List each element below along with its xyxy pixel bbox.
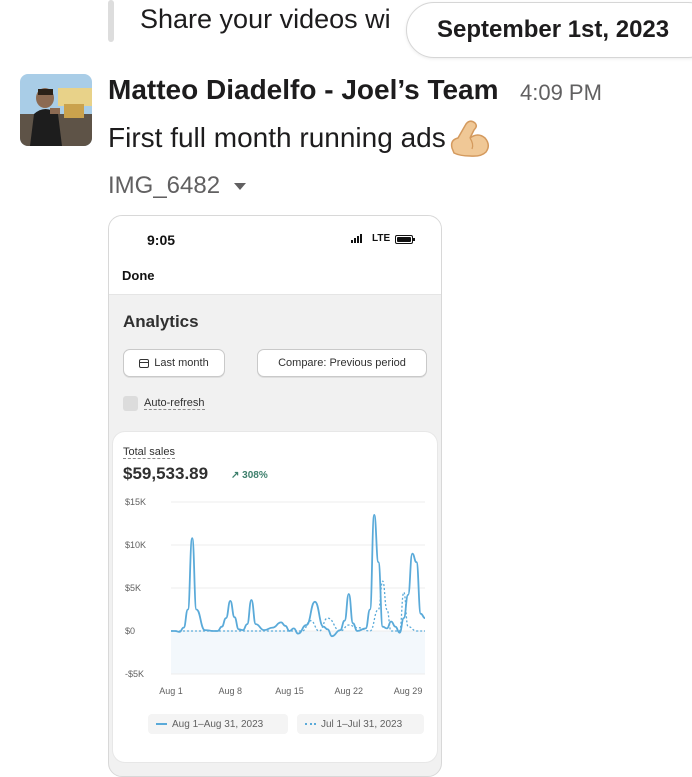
analytics-title: Analytics xyxy=(123,312,199,331)
attachment-image[interactable]: 9:05 LTE Done Analytics Last month Compa… xyxy=(108,215,442,777)
quoted-message-text: Share your videos wi xyxy=(140,4,391,34)
x-tick-label: Aug 15 xyxy=(275,686,304,696)
metric-change: ↗ 308% xyxy=(231,470,268,481)
phone-nav-bar: Done xyxy=(109,266,441,295)
calendar-icon xyxy=(139,358,150,368)
auto-refresh-checkbox xyxy=(123,396,138,411)
date-divider-button[interactable]: September 1st, 2023 xyxy=(406,2,692,58)
auto-refresh-label: Auto-refresh xyxy=(144,397,205,410)
legend-current-label: Aug 1–Aug 31, 2023 xyxy=(172,718,264,730)
metric-change-value: 308% xyxy=(242,470,268,481)
avatar-photo xyxy=(20,74,92,146)
x-tick-label: Aug 29 xyxy=(394,686,423,696)
sales-line-chart: $15K $10K $5K $0 -$5K Aug 1 Aug 8 Aug 15 Aug 22 A… xyxy=(125,497,426,696)
avatar[interactable] xyxy=(20,74,92,146)
y-tick-label: $0 xyxy=(125,626,135,636)
series-line-current xyxy=(171,514,426,638)
message-text: First full month running ads xyxy=(108,122,446,153)
compare-button: Compare: Previous period xyxy=(257,349,427,377)
phone-status-bar: 9:05 LTE xyxy=(109,216,441,266)
date-range-label: Last month xyxy=(154,357,209,369)
trend-up-icon: ↗ xyxy=(231,470,240,481)
y-tick-label: $15K xyxy=(125,497,146,507)
x-tick-label: Aug 22 xyxy=(335,686,364,696)
dotted-line-swatch xyxy=(305,723,316,725)
y-tick-label: -$5K xyxy=(125,669,144,679)
message-author[interactable]: Matteo Diadelfo - Joel’s Team xyxy=(108,74,499,106)
status-clock: 9:05 xyxy=(147,232,176,248)
x-tick-label: Aug 1 xyxy=(159,686,183,696)
flexed-biceps-icon xyxy=(448,118,492,158)
attachment-toggle[interactable]: IMG_6482 xyxy=(108,172,247,200)
legend-previous-label: Jul 1–Jul 31, 2023 xyxy=(321,718,403,730)
metric-label: Total sales xyxy=(123,446,175,459)
solid-line-swatch xyxy=(156,723,167,725)
total-sales-card: Total sales $59,533.89 ↗ 308% $15K $10K $5… xyxy=(113,432,437,762)
legend-previous: Jul 1–Jul 31, 2023 xyxy=(297,714,424,734)
network-label: LTE xyxy=(372,233,391,244)
message-timestamp[interactable]: 4:09 PM xyxy=(520,80,602,106)
metric-value: $59,533.89 xyxy=(123,464,209,483)
signal-icon xyxy=(351,234,362,243)
message-text-row: First full month running ads xyxy=(108,118,492,158)
quote-bar xyxy=(108,0,114,42)
legend-current: Aug 1–Aug 31, 2023 xyxy=(148,714,288,734)
y-tick-label: $10K xyxy=(125,540,146,550)
series-line-previous xyxy=(171,580,425,632)
negative-area xyxy=(171,631,425,674)
done-button: Done xyxy=(122,268,155,283)
y-tick-label: $5K xyxy=(125,583,141,593)
x-tick-label: Aug 8 xyxy=(219,686,243,696)
attachment-name: IMG_6482 xyxy=(108,172,221,199)
battery-icon xyxy=(395,235,415,244)
date-range-button: Last month xyxy=(123,349,225,377)
caret-down-icon xyxy=(234,182,247,190)
